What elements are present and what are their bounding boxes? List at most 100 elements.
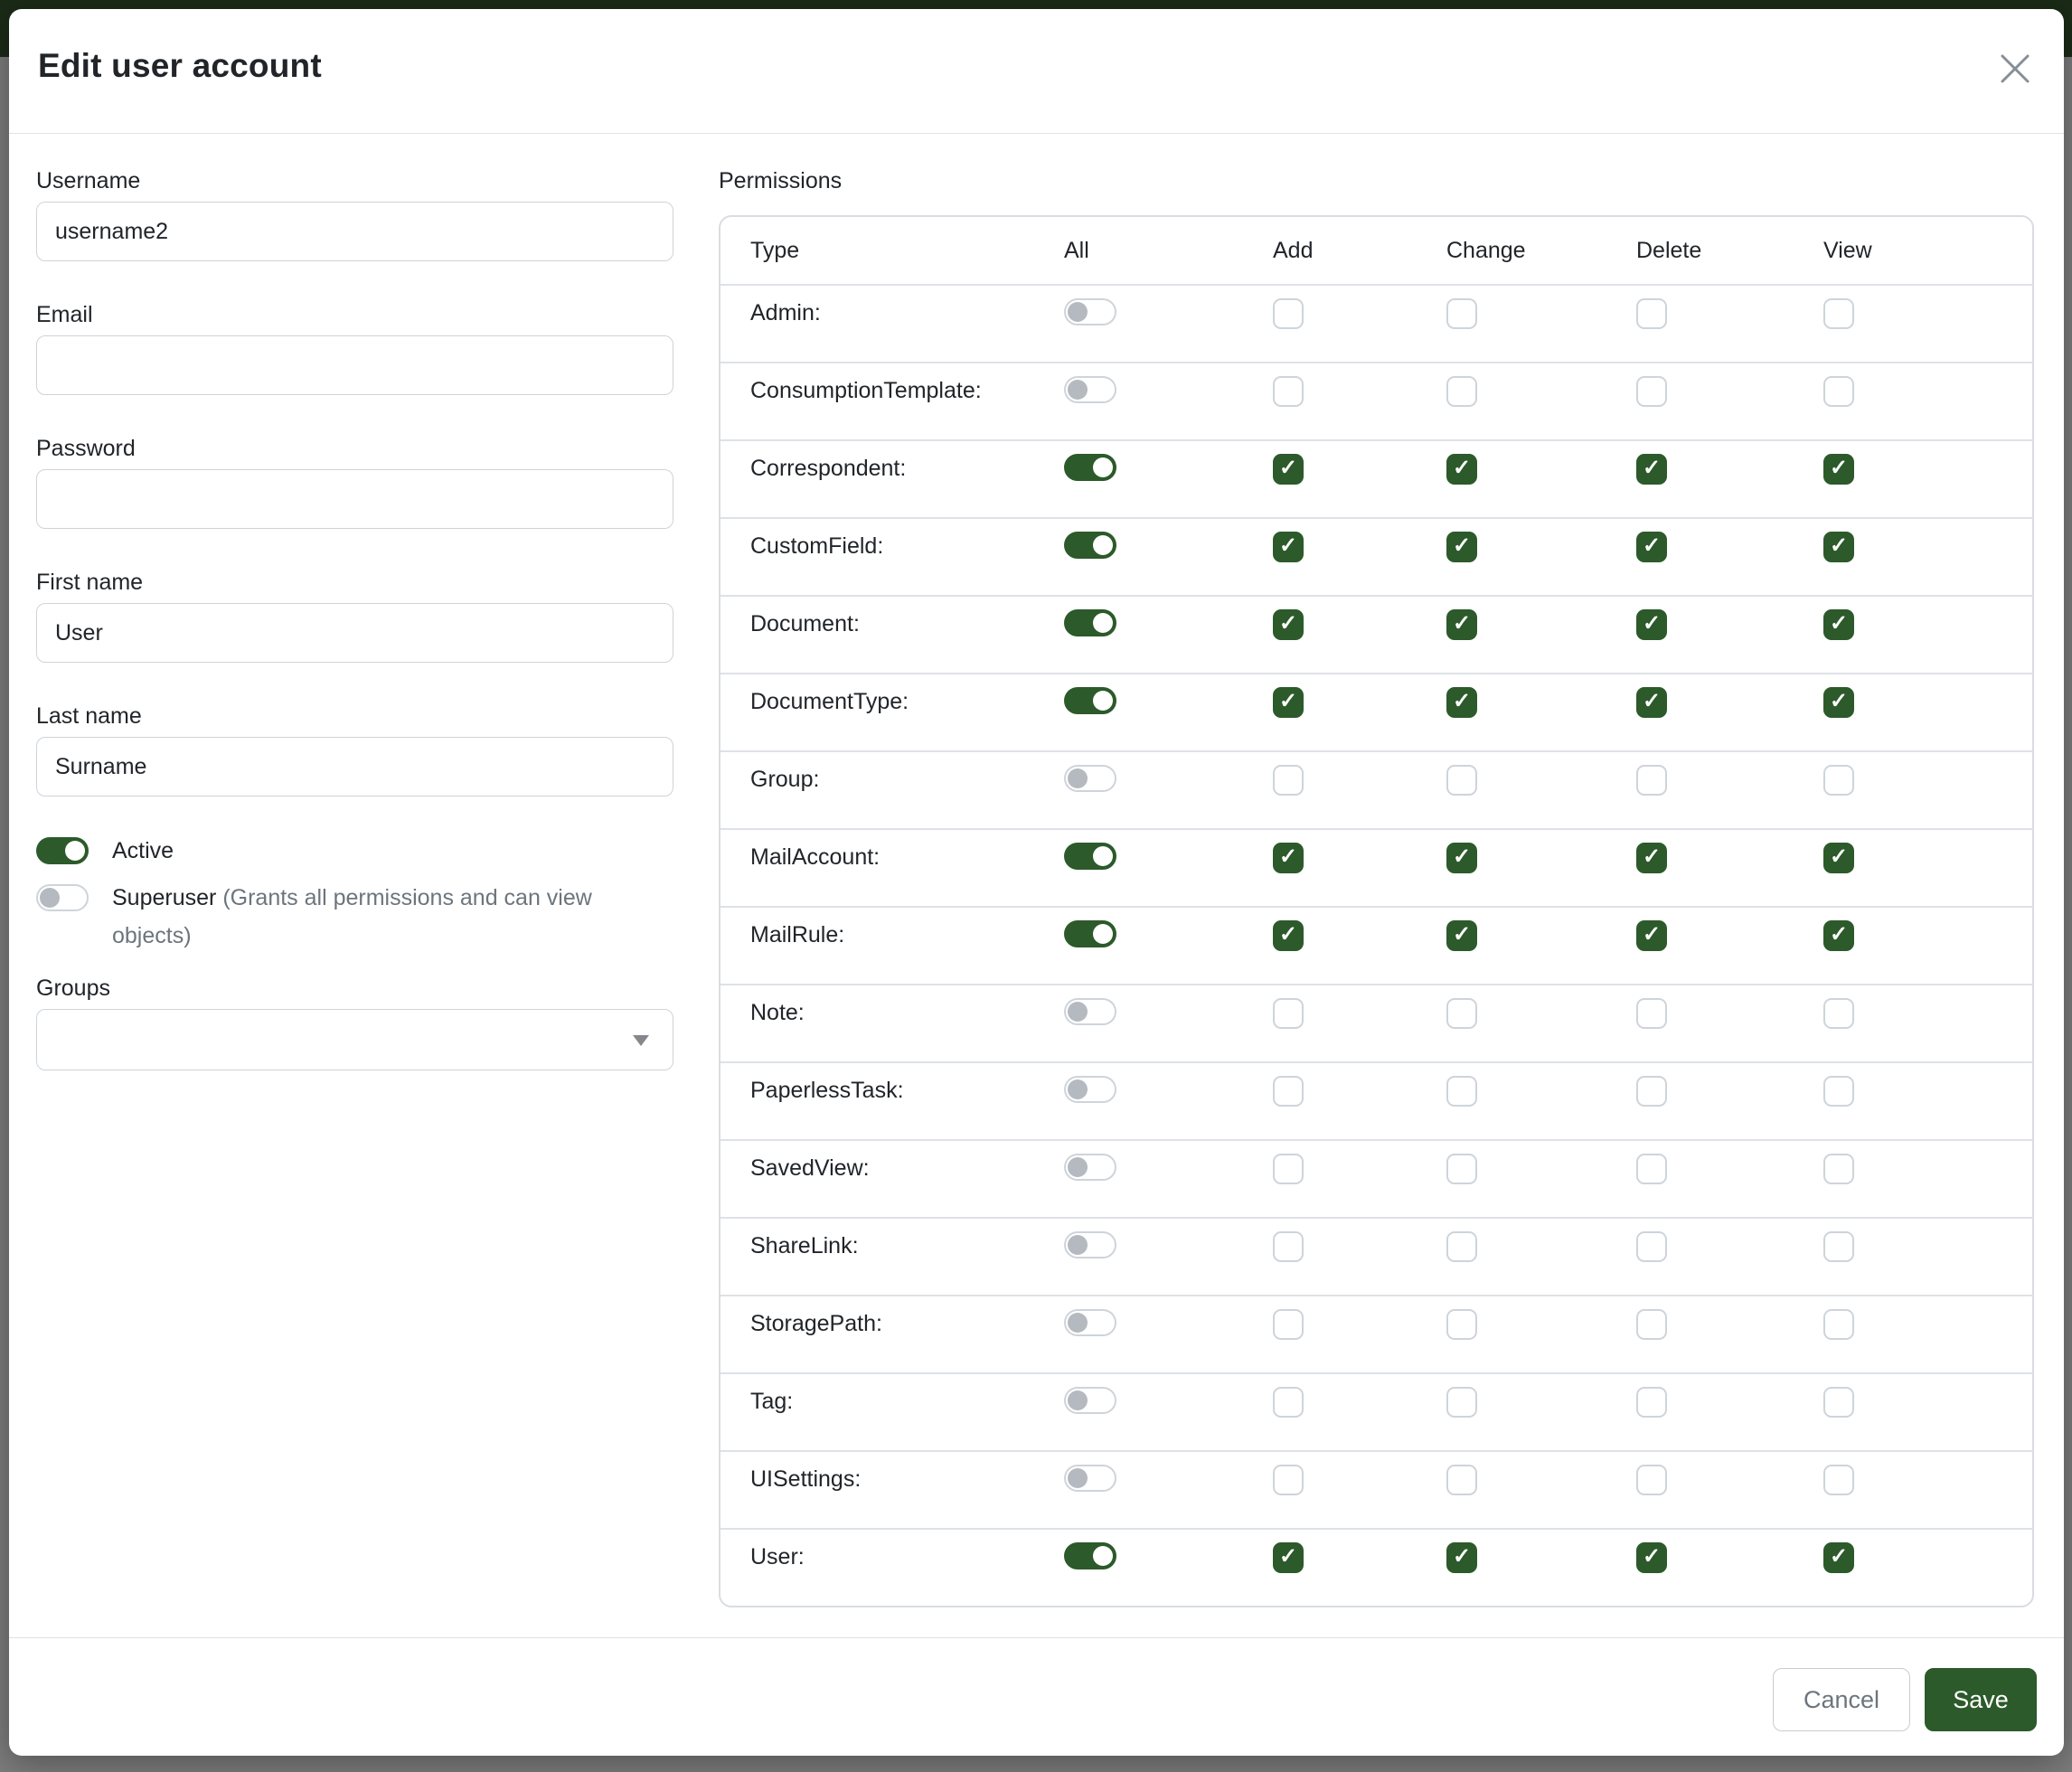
permission-all-toggle[interactable] xyxy=(1064,532,1116,559)
permission-all-toggle[interactable] xyxy=(1064,1309,1116,1336)
permission-view-checkbox[interactable]: ✓ xyxy=(1823,998,1854,1029)
permission-add-checkbox[interactable]: ✓ xyxy=(1273,1076,1304,1107)
permission-delete-checkbox[interactable]: ✓ xyxy=(1636,609,1667,640)
permission-change-checkbox[interactable]: ✓ xyxy=(1446,1154,1477,1184)
permission-all-toggle[interactable] xyxy=(1064,454,1116,481)
permission-delete-checkbox[interactable]: ✓ xyxy=(1636,843,1667,873)
permission-all-toggle[interactable] xyxy=(1064,1542,1116,1569)
permission-all-toggle[interactable] xyxy=(1064,298,1116,325)
permission-add-checkbox[interactable]: ✓ xyxy=(1273,843,1304,873)
permission-view-checkbox[interactable]: ✓ xyxy=(1823,765,1854,796)
permission-view-checkbox[interactable]: ✓ xyxy=(1823,1309,1854,1340)
permission-change-checkbox[interactable]: ✓ xyxy=(1446,843,1477,873)
active-toggle[interactable] xyxy=(36,837,89,864)
permission-all-toggle[interactable] xyxy=(1064,376,1116,403)
permission-all-toggle[interactable] xyxy=(1064,1231,1116,1258)
permission-delete-checkbox[interactable]: ✓ xyxy=(1636,1465,1667,1495)
permission-change-checkbox[interactable]: ✓ xyxy=(1446,1542,1477,1573)
first-name-input[interactable] xyxy=(36,603,673,663)
permission-change-checkbox[interactable]: ✓ xyxy=(1446,765,1477,796)
permission-all-toggle[interactable] xyxy=(1064,609,1116,636)
permission-delete-checkbox[interactable]: ✓ xyxy=(1636,1076,1667,1107)
permission-delete-checkbox[interactable]: ✓ xyxy=(1636,920,1667,951)
permission-add-checkbox[interactable]: ✓ xyxy=(1273,1154,1304,1184)
permission-change-checkbox[interactable]: ✓ xyxy=(1446,532,1477,562)
permission-all-toggle[interactable] xyxy=(1064,765,1116,792)
permission-view-checkbox[interactable]: ✓ xyxy=(1823,843,1854,873)
email-input[interactable] xyxy=(36,335,673,395)
permission-view-checkbox[interactable]: ✓ xyxy=(1823,376,1854,407)
permission-change-checkbox[interactable]: ✓ xyxy=(1446,298,1477,329)
permission-delete-checkbox[interactable]: ✓ xyxy=(1636,765,1667,796)
permission-delete-checkbox[interactable]: ✓ xyxy=(1636,1154,1667,1184)
permission-delete-checkbox[interactable]: ✓ xyxy=(1636,298,1667,329)
permission-all-toggle[interactable] xyxy=(1064,1387,1116,1414)
permission-add-checkbox[interactable]: ✓ xyxy=(1273,687,1304,718)
permission-view-checkbox[interactable]: ✓ xyxy=(1823,298,1854,329)
password-input[interactable] xyxy=(36,469,673,529)
permission-add-checkbox[interactable]: ✓ xyxy=(1273,454,1304,485)
permission-change-checkbox[interactable]: ✓ xyxy=(1446,376,1477,407)
permission-view-checkbox[interactable]: ✓ xyxy=(1823,1387,1854,1418)
permission-change-checkbox[interactable]: ✓ xyxy=(1446,1076,1477,1107)
permission-change-checkbox[interactable]: ✓ xyxy=(1446,1387,1477,1418)
permission-view-checkbox[interactable]: ✓ xyxy=(1823,454,1854,485)
groups-select[interactable] xyxy=(36,1009,673,1070)
permission-delete-checkbox[interactable]: ✓ xyxy=(1636,687,1667,718)
permission-view-checkbox[interactable]: ✓ xyxy=(1823,1154,1854,1184)
close-button[interactable] xyxy=(1995,49,2035,89)
permission-change-checkbox[interactable]: ✓ xyxy=(1446,609,1477,640)
permission-delete-checkbox[interactable]: ✓ xyxy=(1636,998,1667,1029)
permission-delete-checkbox[interactable]: ✓ xyxy=(1636,376,1667,407)
permission-all-toggle[interactable] xyxy=(1064,843,1116,870)
permission-view-checkbox[interactable]: ✓ xyxy=(1823,1465,1854,1495)
checkmark-icon: ✓ xyxy=(1830,924,1848,946)
permission-view-checkbox[interactable]: ✓ xyxy=(1823,1542,1854,1573)
permission-add-checkbox[interactable]: ✓ xyxy=(1273,298,1304,329)
permission-add-checkbox[interactable]: ✓ xyxy=(1273,1387,1304,1418)
permission-add-checkbox[interactable]: ✓ xyxy=(1273,1465,1304,1495)
permission-view-checkbox[interactable]: ✓ xyxy=(1823,1231,1854,1262)
permission-view-checkbox[interactable]: ✓ xyxy=(1823,1076,1854,1107)
permission-all-toggle[interactable] xyxy=(1064,920,1116,947)
permission-add-checkbox[interactable]: ✓ xyxy=(1273,920,1304,951)
permission-add-checkbox[interactable]: ✓ xyxy=(1273,1542,1304,1573)
permission-change-checkbox[interactable]: ✓ xyxy=(1446,454,1477,485)
permission-row: Admin: ✓ ✓ ✓ ✓ xyxy=(720,284,2032,362)
permission-add-checkbox[interactable]: ✓ xyxy=(1273,1231,1304,1262)
permission-all-toggle[interactable] xyxy=(1064,1076,1116,1103)
permission-all-toggle[interactable] xyxy=(1064,1465,1116,1492)
permission-change-checkbox[interactable]: ✓ xyxy=(1446,1309,1477,1340)
cancel-button[interactable]: Cancel xyxy=(1773,1668,1910,1731)
permission-change-checkbox[interactable]: ✓ xyxy=(1446,920,1477,951)
permission-view-checkbox[interactable]: ✓ xyxy=(1823,687,1854,718)
permission-add-checkbox[interactable]: ✓ xyxy=(1273,376,1304,407)
permission-all-toggle[interactable] xyxy=(1064,1154,1116,1181)
superuser-toggle[interactable] xyxy=(36,884,89,911)
permission-add-checkbox[interactable]: ✓ xyxy=(1273,1309,1304,1340)
username-input[interactable] xyxy=(36,202,673,261)
permission-view-checkbox[interactable]: ✓ xyxy=(1823,920,1854,951)
permission-row: DocumentType: ✓ ✓ ✓ ✓ xyxy=(720,673,2032,750)
permission-add-checkbox[interactable]: ✓ xyxy=(1273,609,1304,640)
permission-delete-checkbox[interactable]: ✓ xyxy=(1636,1542,1667,1573)
permission-view-checkbox[interactable]: ✓ xyxy=(1823,609,1854,640)
permission-add-checkbox[interactable]: ✓ xyxy=(1273,532,1304,562)
permission-all-toggle[interactable] xyxy=(1064,687,1116,714)
save-button[interactable]: Save xyxy=(1925,1668,2037,1731)
permission-all-toggle[interactable] xyxy=(1064,998,1116,1025)
permission-delete-checkbox[interactable]: ✓ xyxy=(1636,454,1667,485)
permission-delete-checkbox[interactable]: ✓ xyxy=(1636,532,1667,562)
permission-delete-checkbox[interactable]: ✓ xyxy=(1636,1231,1667,1262)
permission-change-checkbox[interactable]: ✓ xyxy=(1446,687,1477,718)
permission-delete-checkbox[interactable]: ✓ xyxy=(1636,1309,1667,1340)
permission-change-checkbox[interactable]: ✓ xyxy=(1446,1231,1477,1262)
permission-change-checkbox[interactable]: ✓ xyxy=(1446,998,1477,1029)
permission-add-checkbox[interactable]: ✓ xyxy=(1273,765,1304,796)
permission-change-checkbox[interactable]: ✓ xyxy=(1446,1465,1477,1495)
permission-view-checkbox[interactable]: ✓ xyxy=(1823,532,1854,562)
permission-delete-checkbox[interactable]: ✓ xyxy=(1636,1387,1667,1418)
permission-row: StoragePath: ✓ ✓ ✓ ✓ xyxy=(720,1295,2032,1372)
last-name-input[interactable] xyxy=(36,737,673,796)
permission-add-checkbox[interactable]: ✓ xyxy=(1273,998,1304,1029)
